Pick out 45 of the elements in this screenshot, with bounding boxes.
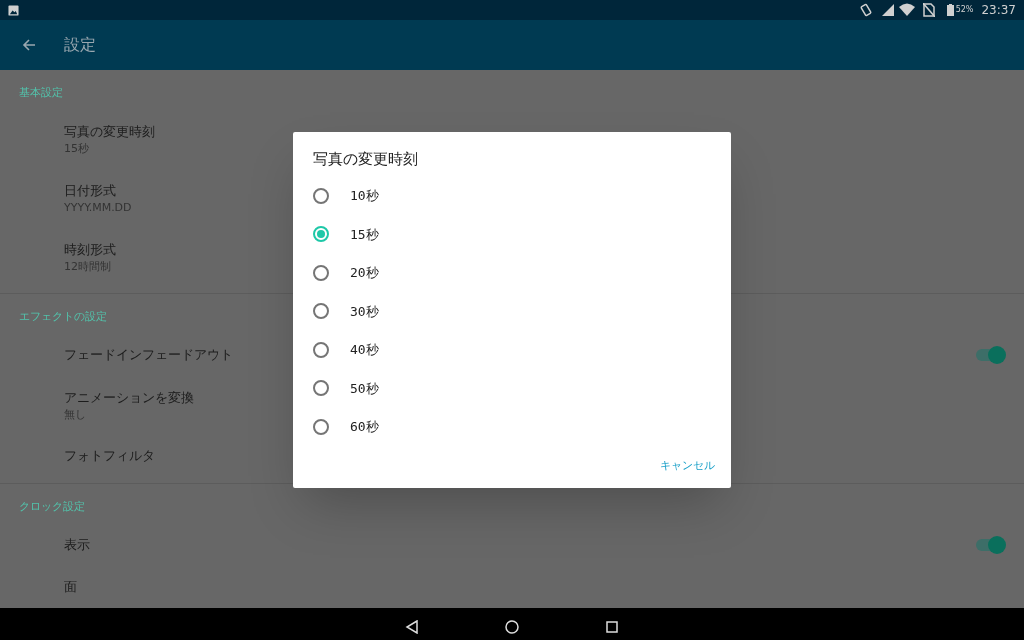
dialog-title: 写真の変更時刻 [313,149,419,170]
item-title: フォトフィルタ [64,447,155,465]
battery-percent: 52% [955,4,974,16]
option-label: 40秒 [350,341,379,359]
app-bar-title: 設定 [64,34,96,56]
option-label: 10秒 [350,187,379,205]
radio-button[interactable] [313,341,329,358]
image-icon [8,4,19,16]
section-header: 基本設定 [19,84,63,101]
no-sim-icon [922,3,935,17]
radio-option[interactable]: 15秒 [293,215,731,254]
radio-button[interactable] [313,264,329,281]
radio-button[interactable] [313,303,329,320]
option-label: 30秒 [350,302,379,321]
home-circle-icon [505,620,519,634]
item-title: 面 [64,578,77,596]
section-header: クロック設定 [19,498,85,515]
vibrate-icon [858,3,873,17]
clock-time: 23:37 [981,2,1016,19]
radio-option[interactable]: 40秒 [293,330,731,369]
wifi-icon [898,3,915,17]
radio-button[interactable] [313,380,329,397]
radio-option[interactable]: 10秒 [293,176,731,215]
item-title: 写真の変更時刻 [64,123,155,140]
option-label: 20秒 [350,264,379,282]
item-title: 時刻形式 [64,241,116,258]
radio-option[interactable]: 20秒 [293,253,731,292]
item-title: 表示 [64,536,90,554]
section-header: エフェクトの設定 [19,308,107,325]
option-label: 50秒 [350,379,379,398]
item-title: 日付形式 [64,182,116,199]
radio-option[interactable]: 30秒 [293,292,731,331]
back-triangle-icon [405,620,419,634]
battery-icon [946,4,954,16]
recents-square-icon [606,621,618,633]
back-arrow-icon [22,38,36,52]
radio-button[interactable] [313,187,329,204]
home-nav-button[interactable] [502,617,522,637]
radio-option[interactable]: 60秒 [293,407,731,446]
signal-icon [880,3,895,17]
radio-option[interactable]: 50秒 [293,369,731,408]
option-label: 60秒 [350,418,379,436]
radio-button[interactable] [313,418,329,435]
option-label: 15秒 [350,225,379,244]
radio-button[interactable] [313,226,329,243]
